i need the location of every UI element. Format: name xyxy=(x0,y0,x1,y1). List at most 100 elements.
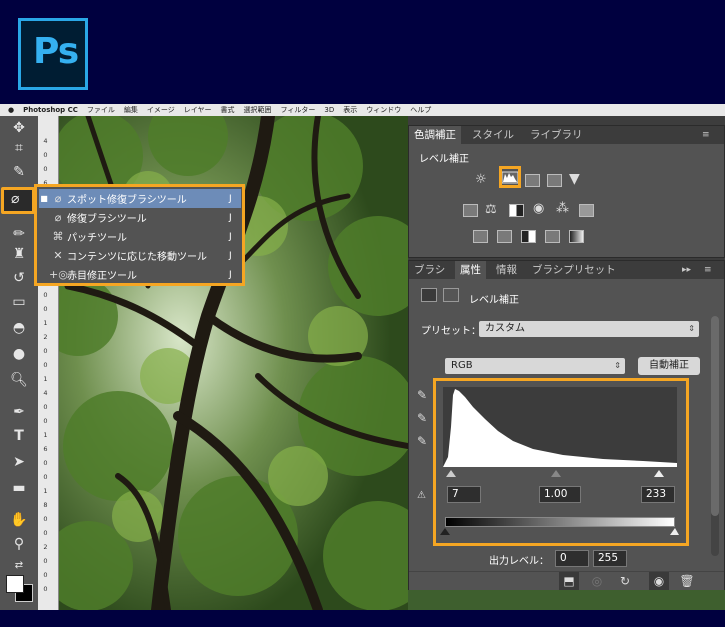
menu-file[interactable]: ファイル xyxy=(87,105,115,115)
clip-to-layer-icon[interactable]: ⬒ xyxy=(559,572,579,590)
foreground-color-swatch[interactable] xyxy=(6,575,24,593)
menu-edit[interactable]: 編集 xyxy=(124,105,138,115)
input-white-field[interactable]: 233 xyxy=(641,486,675,503)
menu-type[interactable]: 書式 xyxy=(221,105,235,115)
menu-help[interactable]: ヘルプ xyxy=(410,105,431,115)
flyout-item-healing-brush[interactable]: ⌀ 修復ブラシツール J xyxy=(39,208,241,227)
output-white-field[interactable]: 255 xyxy=(593,550,627,567)
input-black-field[interactable]: 7 xyxy=(447,486,481,503)
tab-libraries[interactable]: ライブラリ xyxy=(525,126,588,144)
menu-image[interactable]: イメージ xyxy=(147,105,175,115)
properties-panel: ブラシ 属性 情報 ブラシプリセット ▸▸ ≡ レベル補正 プリセット： カスタ… xyxy=(408,260,725,590)
tab-properties[interactable]: 属性 xyxy=(455,261,486,279)
brush-icon[interactable]: ✏ xyxy=(8,224,30,244)
menu-view[interactable]: 表示 xyxy=(343,105,357,115)
menu-filter[interactable]: フィルター xyxy=(281,105,316,115)
tab-brush-presets[interactable]: ブラシプリセット xyxy=(527,261,621,279)
move-tool-icon[interactable]: ✥ xyxy=(8,118,30,138)
flyout-item-red-eye[interactable]: +◎ 赤目修正ツール J xyxy=(39,265,241,284)
menu-layer[interactable]: レイヤー xyxy=(184,105,212,115)
photo-filter-icon[interactable]: ◉ xyxy=(533,201,544,216)
gradient-map-icon[interactable] xyxy=(569,230,584,243)
tab-adjustments[interactable]: 色調補正 xyxy=(409,126,461,144)
ruler-label: 1 xyxy=(43,487,48,495)
vibrance-icon[interactable]: ▼ xyxy=(569,171,580,187)
exposure-icon[interactable] xyxy=(547,174,562,187)
mask-icon[interactable] xyxy=(443,288,459,302)
selective-color-icon[interactable] xyxy=(545,230,560,243)
hue-saturation-icon[interactable] xyxy=(463,204,478,217)
healing-tools-flyout: ■ ⌀ スポット修復ブラシツール J ⌀ 修復ブラシツール J ⌘ パッチツール… xyxy=(34,184,245,286)
chevron-updown-icon: ⇕ xyxy=(614,361,621,370)
paint-bucket-icon[interactable]: ◓ xyxy=(8,318,30,338)
menu-app-name[interactable]: Photoshop CC xyxy=(23,106,78,114)
type-icon[interactable]: T xyxy=(8,426,30,446)
flyout-item-spot-healing[interactable]: ■ ⌀ スポット修復ブラシツール J xyxy=(39,189,241,208)
flyout-item-content-aware-move[interactable]: ✕ コンテンツに応じた移動ツール J xyxy=(39,246,241,265)
tab-brush[interactable]: ブラシ xyxy=(409,261,450,279)
menu-window[interactable]: ウィンドウ xyxy=(366,105,401,115)
panel-menu-icon[interactable]: ≡ xyxy=(699,261,717,279)
white-input-slider[interactable] xyxy=(654,470,664,477)
invert-icon[interactable] xyxy=(473,230,488,243)
rectangle-icon[interactable]: ▬ xyxy=(8,478,30,498)
ruler-label: 8 xyxy=(43,501,48,509)
black-white-icon[interactable] xyxy=(509,204,524,217)
input-slider-track[interactable] xyxy=(445,467,675,477)
levels-adjustment-button[interactable] xyxy=(499,166,521,188)
auto-button[interactable]: 自動補正 xyxy=(638,357,700,375)
clone-stamp-icon[interactable]: ♜ xyxy=(8,244,30,264)
ruler-label: 0 xyxy=(43,403,48,411)
brightness-contrast-icon[interactable]: ☼ xyxy=(475,172,487,187)
output-black-field[interactable]: 0 xyxy=(555,550,589,567)
channel-select[interactable]: RGB ⇕ xyxy=(445,358,625,374)
output-slider-track[interactable] xyxy=(439,527,679,537)
ruler-label: 1 xyxy=(43,431,48,439)
apple-menu-icon[interactable]: ● xyxy=(8,106,14,114)
menu-3d[interactable]: 3D xyxy=(324,106,334,114)
posterize-icon[interactable] xyxy=(497,230,512,243)
channel-mixer-icon[interactable]: ⁂ xyxy=(556,201,569,216)
swap-colors-icon[interactable]: ⇄ xyxy=(8,556,30,576)
menu-bar: ● Photoshop CC ファイル 編集 イメージ レイヤー 書式 選択範囲… xyxy=(0,104,725,116)
ruler-label: 0 xyxy=(43,585,48,593)
curves-icon[interactable] xyxy=(525,174,540,187)
hand-icon[interactable]: ✋ xyxy=(8,510,30,530)
tab-info[interactable]: 情報 xyxy=(491,261,522,279)
flyout-item-patch[interactable]: ⌘ パッチツール J xyxy=(39,227,241,246)
chevron-updown-icon: ⇕ xyxy=(688,324,695,333)
scrollbar-thumb[interactable] xyxy=(711,316,719,516)
white-output-slider[interactable] xyxy=(670,528,679,535)
blur-icon[interactable]: ● xyxy=(8,344,30,364)
color-balance-icon[interactable]: ⚖ xyxy=(485,202,497,217)
preset-select[interactable]: カスタム ⇕ xyxy=(479,321,699,337)
spot-healing-brush-tool[interactable]: ⌀ xyxy=(1,187,35,214)
ruler-label: 2 xyxy=(43,333,48,341)
collapse-icon[interactable]: ▸▸ xyxy=(677,261,696,279)
history-brush-icon[interactable]: ↺ xyxy=(8,268,30,288)
gamma-input-slider[interactable] xyxy=(551,470,561,477)
path-selection-icon[interactable]: ➤ xyxy=(8,452,30,472)
threshold-icon[interactable] xyxy=(521,230,536,243)
black-input-slider[interactable] xyxy=(446,470,456,477)
eraser-icon[interactable]: ▭ xyxy=(8,292,30,312)
zoom-icon[interactable]: ⚲ xyxy=(8,534,30,554)
ruler-label: 0 xyxy=(43,291,48,299)
trash-icon[interactable]: 🗑︎ xyxy=(677,572,697,590)
spot-healing-brush-icon: ⌀ xyxy=(54,192,62,205)
healing-brush-icon: ⌀ xyxy=(54,211,62,224)
input-gamma-field[interactable]: 1.00 xyxy=(539,486,581,503)
reset-icon[interactable]: ↻ xyxy=(615,572,635,590)
crop-icon[interactable]: ⌗ xyxy=(8,138,30,158)
pen-icon[interactable]: ✒ xyxy=(8,402,30,422)
black-output-slider[interactable] xyxy=(440,528,450,535)
panel-menu-icon[interactable]: ≡ xyxy=(697,126,715,144)
menu-select[interactable]: 選択範囲 xyxy=(244,105,272,115)
color-lookup-icon[interactable] xyxy=(579,204,594,217)
tab-styles[interactable]: スタイル xyxy=(467,126,519,144)
visibility-eye-icon[interactable]: ◉ xyxy=(649,572,669,590)
adjustments-panel: 色調補正 スタイル ライブラリ ≡ レベル補正 ☼ ▼ ⚖ ◉ ⁂ xyxy=(408,125,725,258)
dodge-icon[interactable]: 🔍︎ xyxy=(8,370,30,390)
eyedropper-icon[interactable]: ✎ xyxy=(8,162,30,182)
view-previous-icon[interactable]: ◎ xyxy=(587,572,607,590)
